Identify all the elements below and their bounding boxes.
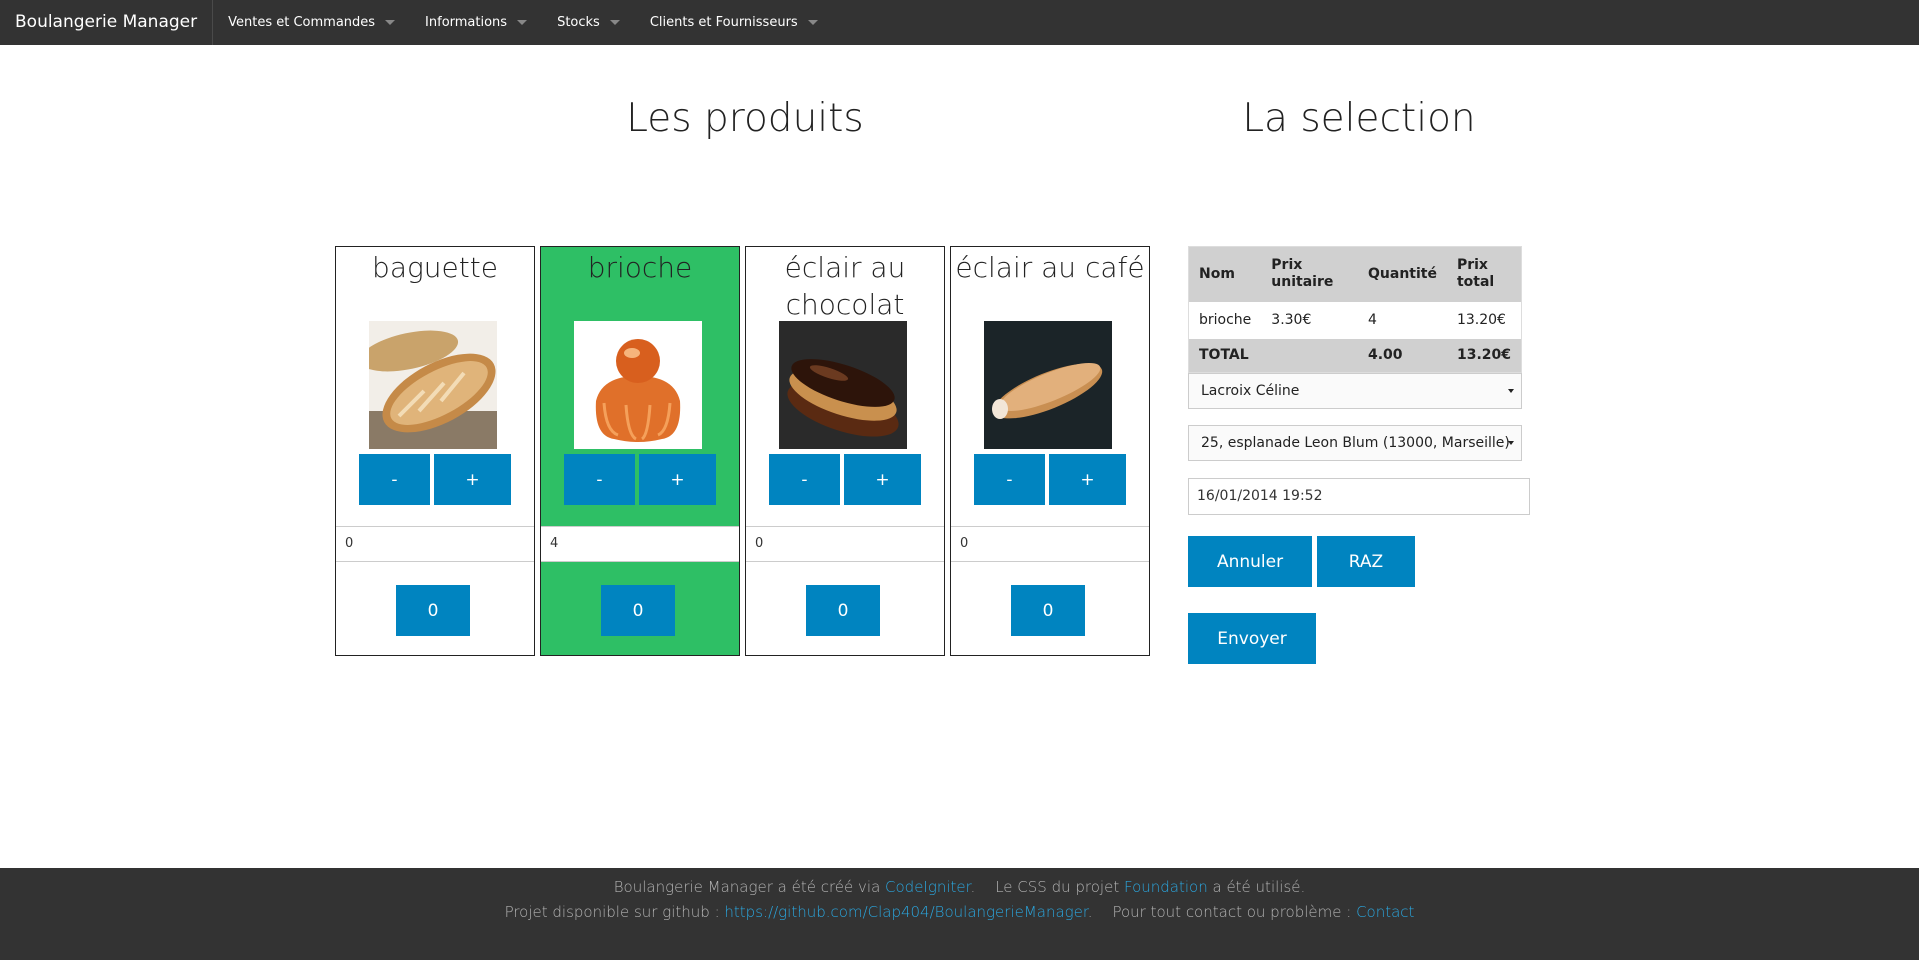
eclair-cafe-image [984,321,1112,449]
footer: Boulangerie Manager a été créé via CodeI… [0,868,1919,960]
row-unit-price: 3.30€ [1261,301,1358,339]
dropdown-arrow-icon [1508,389,1514,393]
menu-ventes-commandes[interactable]: Ventes et Commandes [213,0,410,45]
footer-text: . [1087,903,1093,921]
increase-button[interactable]: + [434,454,511,505]
product-name: éclair au chocolat [784,251,906,321]
menu-label: Ventes et Commandes [228,15,376,30]
increase-button[interactable]: + [639,454,716,505]
dropdown-arrow-icon [1508,441,1514,445]
total-quantity: 4.00 [1358,338,1447,373]
decrease-button[interactable]: - [359,454,430,505]
footer-text: Projet disponible sur github : [504,903,725,921]
row-name: brioche [1188,301,1262,339]
decrease-button[interactable]: - [769,454,840,505]
reset-button[interactable]: RAZ [1317,536,1415,587]
row-total-price: 13.20€ [1446,301,1522,339]
products-title: Les produits [626,96,864,141]
counter-button[interactable]: 0 [601,585,675,636]
footer-line-2: Projet disponible sur github : https://g… [0,900,1919,925]
menu-label: Stocks [557,15,600,30]
header-name: Nom [1188,246,1262,302]
footer-text: a été utilisé. [1207,878,1306,896]
datetime-input[interactable]: 16/01/2014 19:52 [1188,478,1530,515]
menu-label: Informations [425,15,508,30]
caret-down-icon [385,20,396,25]
increase-button[interactable]: + [1049,454,1126,505]
cancel-button[interactable]: Annuler [1188,536,1312,587]
increase-button[interactable]: + [844,454,921,505]
client-select[interactable]: Lacroix Céline [1188,373,1522,409]
address-select[interactable]: 25, esplanade Leon Blum (13000, Marseill… [1188,425,1522,461]
table-total-row: TOTAL 4.00 13.20€ [1188,338,1522,373]
menu-clients-fournisseurs[interactable]: Clients et Fournisseurs [635,0,833,45]
total-empty [1261,338,1358,373]
product-card-eclair-chocolat[interactable]: éclair au chocolat - + 0 0 [745,246,945,656]
selection-title: La selection [1242,96,1476,141]
quantity-input[interactable]: 0 [336,526,534,562]
quantity-input[interactable]: 0 [746,526,944,562]
product-name: éclair au café [955,251,1145,284]
table-header-row: Nom Prix unitaire Quantité Prix total [1188,246,1522,302]
baguette-image [369,321,497,449]
product-name: brioche [587,251,693,284]
counter-button[interactable]: 0 [396,585,470,636]
top-navbar: Boulangerie Manager Ventes et Commandes … [0,0,1919,45]
foundation-link[interactable]: Foundation [1124,878,1208,896]
address-select-value: 25, esplanade Leon Blum (13000, Marseill… [1201,435,1510,451]
brioche-image [574,321,702,449]
decrease-button[interactable]: - [564,454,635,505]
footer-text: . [970,878,976,896]
eclair-chocolat-image [779,321,907,449]
menu-informations[interactable]: Informations [410,0,542,45]
brand-link[interactable]: Boulangerie Manager [0,0,214,45]
decrease-button[interactable]: - [974,454,1045,505]
contact-link[interactable]: Contact [1356,903,1414,921]
footer-text: Boulangerie Manager a été créé via [613,878,886,896]
product-card-eclair-cafe[interactable]: éclair au café - + 0 0 [950,246,1150,656]
footer-text: Pour tout contact ou problème : [1112,903,1357,921]
selection-table: Nom Prix unitaire Quantité Prix total br… [1188,246,1522,373]
caret-down-icon [609,20,620,25]
header-total-price: Prix total [1446,246,1522,302]
menu-stocks[interactable]: Stocks [542,0,635,45]
total-price: 13.20€ [1446,338,1522,373]
table-row: brioche 3.30€ 4 13.20€ [1188,301,1522,339]
quantity-input[interactable]: 4 [541,526,739,562]
client-select-value: Lacroix Céline [1201,383,1300,399]
footer-text: Le CSS du projet [995,878,1124,896]
product-card-baguette[interactable]: baguette - + 0 0 [335,246,535,656]
quantity-input[interactable]: 0 [951,526,1149,562]
github-link[interactable]: https://github.com/Clap404/BoulangerieMa… [724,903,1087,921]
header-quantity: Quantité [1358,246,1447,302]
codeigniter-link[interactable]: CodeIgniter [885,878,970,896]
footer-line-1: Boulangerie Manager a été créé via CodeI… [0,875,1919,900]
counter-button[interactable]: 0 [806,585,880,636]
total-label: TOTAL [1188,338,1262,373]
product-card-brioche[interactable]: brioche - + 4 0 [540,246,740,656]
counter-button[interactable]: 0 [1011,585,1085,636]
caret-down-icon [517,20,528,25]
product-name: baguette [372,251,498,284]
caret-down-icon [807,20,818,25]
header-unit-price: Prix unitaire [1261,246,1358,302]
row-quantity: 4 [1358,301,1447,339]
menu-label: Clients et Fournisseurs [649,15,798,30]
send-button[interactable]: Envoyer [1188,613,1316,664]
